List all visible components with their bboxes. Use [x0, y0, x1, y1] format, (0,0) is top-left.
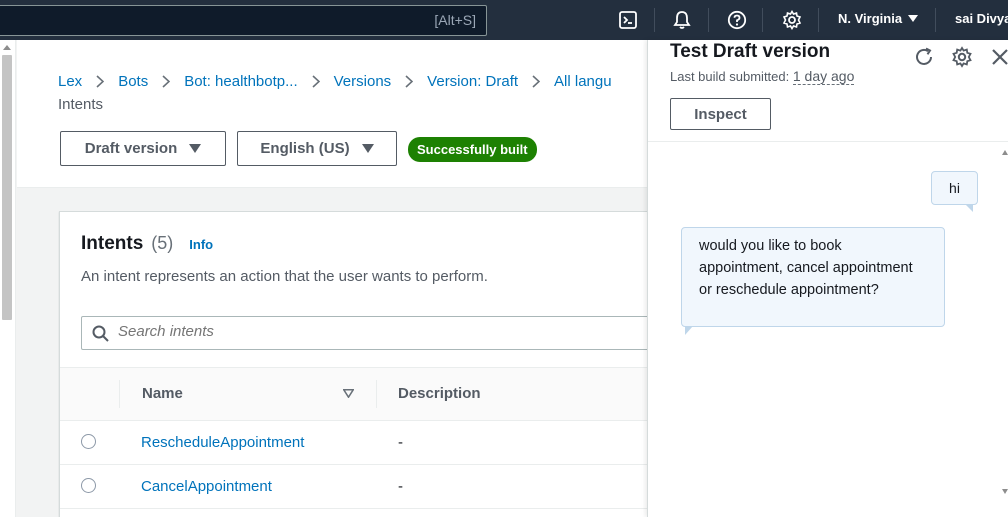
bell-icon[interactable] — [670, 8, 694, 32]
inspect-button[interactable]: Inspect — [670, 98, 771, 130]
breadcrumb-versions[interactable]: Versions — [334, 73, 392, 90]
column-header-name[interactable]: Name — [142, 385, 183, 402]
search-intents-field[interactable] — [81, 316, 681, 350]
column-divider — [376, 380, 377, 408]
intent-name-link[interactable]: RescheduleAppointment — [141, 434, 304, 451]
caret-down-icon — [361, 144, 374, 153]
version-select-label: Draft version — [84, 140, 178, 157]
table-row[interactable]: RescheduleAppointment - — [60, 421, 660, 465]
intent-name-link[interactable]: CancelAppointment — [141, 478, 272, 495]
settings-icon[interactable] — [780, 8, 804, 32]
close-icon[interactable] — [989, 46, 1008, 68]
top-navigation-bar: [Alt+S] N. Virginia sai Divya — [0, 0, 1008, 40]
nav-divider — [818, 8, 819, 32]
test-panel-title: Test Draft version — [670, 41, 831, 62]
account-menu[interactable]: sai Divya — [955, 11, 1008, 26]
search-icon — [92, 325, 109, 342]
scroll-up-arrow-icon[interactable] — [1002, 150, 1008, 155]
page-header: Lex Bots Bot: healthbotp... Versions Ver… — [17, 40, 647, 188]
language-select-label: English (US) — [260, 140, 350, 157]
chat-scrollbar[interactable] — [1001, 142, 1008, 517]
nav-divider — [762, 8, 763, 32]
breadcrumb-lex[interactable]: Lex — [58, 73, 82, 90]
chevron-right-icon — [532, 75, 541, 88]
help-icon[interactable] — [725, 8, 749, 32]
scrollbar-thumb[interactable] — [2, 55, 12, 320]
last-build-info: Last build submitted: 1 day ago — [670, 68, 855, 85]
caret-down-icon — [189, 144, 202, 153]
column-header-description: Description — [398, 385, 481, 402]
breadcrumb-current-intents: Intents — [58, 96, 104, 113]
intent-description: - — [398, 434, 403, 451]
intents-count: (5) — [151, 233, 174, 253]
intents-heading: Intents (5) Info — [81, 233, 213, 255]
settings-icon[interactable] — [951, 46, 973, 68]
chevron-right-icon — [312, 75, 320, 88]
last-build-label: Last build submitted: — [670, 69, 790, 84]
row-radio[interactable] — [81, 478, 96, 493]
info-link[interactable]: Info — [189, 237, 213, 252]
scroll-down-arrow-icon[interactable] — [1002, 489, 1008, 494]
caret-down-icon — [908, 15, 919, 22]
intents-description: An intent represents an action that the … — [81, 268, 488, 285]
chevron-right-icon — [96, 75, 105, 88]
language-select[interactable]: English (US) — [237, 131, 397, 166]
page-scrollbar[interactable] — [0, 40, 16, 517]
intent-description: - — [398, 478, 403, 495]
test-bot-panel: Test Draft version Last build submitted:… — [647, 40, 1008, 517]
column-divider — [119, 380, 120, 408]
table-header: Name Description — [60, 367, 660, 421]
cloudshell-icon[interactable] — [616, 8, 640, 32]
user-message-bubble: hi — [931, 171, 978, 212]
chevron-right-icon — [162, 75, 171, 88]
sort-descending-icon[interactable] — [343, 389, 354, 398]
breadcrumb-bots[interactable]: Bots — [118, 73, 148, 90]
intents-panel: Intents (5) Info An intent represents an… — [59, 211, 681, 517]
intents-title: Intents — [81, 233, 144, 254]
table-row[interactable]: CancelAppointment - — [60, 465, 660, 509]
breadcrumb-bot[interactable]: Bot: healthbotp... — [184, 73, 297, 90]
build-status-badge: Successfully built — [408, 137, 537, 162]
breadcrumb-version-draft[interactable]: Version: Draft — [427, 73, 518, 90]
scroll-up-arrow-icon[interactable] — [3, 45, 11, 50]
region-selector[interactable]: N. Virginia — [838, 11, 919, 26]
chevron-right-icon — [405, 75, 414, 88]
search-intents-input[interactable] — [118, 323, 618, 340]
region-label: N. Virginia — [838, 11, 903, 26]
search-shortcut-hint: [Alt+S] — [434, 12, 476, 28]
row-radio[interactable] — [81, 434, 96, 449]
refresh-icon[interactable] — [913, 46, 935, 68]
breadcrumb-all-languages[interactable]: All langu — [554, 73, 612, 90]
chat-transcript: hi would you like to book appointment, c… — [648, 141, 1008, 517]
bot-message-bubble: would you like to book appointment, canc… — [681, 227, 945, 335]
global-search-input[interactable]: [Alt+S] — [0, 5, 487, 36]
version-select[interactable]: Draft version — [60, 131, 226, 166]
breadcrumb: Lex Bots Bot: healthbotp... Versions Ver… — [58, 73, 612, 90]
last-build-time[interactable]: 1 day ago — [792, 68, 855, 85]
nav-divider — [654, 8, 655, 32]
nav-divider — [708, 8, 709, 32]
nav-divider — [935, 8, 936, 32]
